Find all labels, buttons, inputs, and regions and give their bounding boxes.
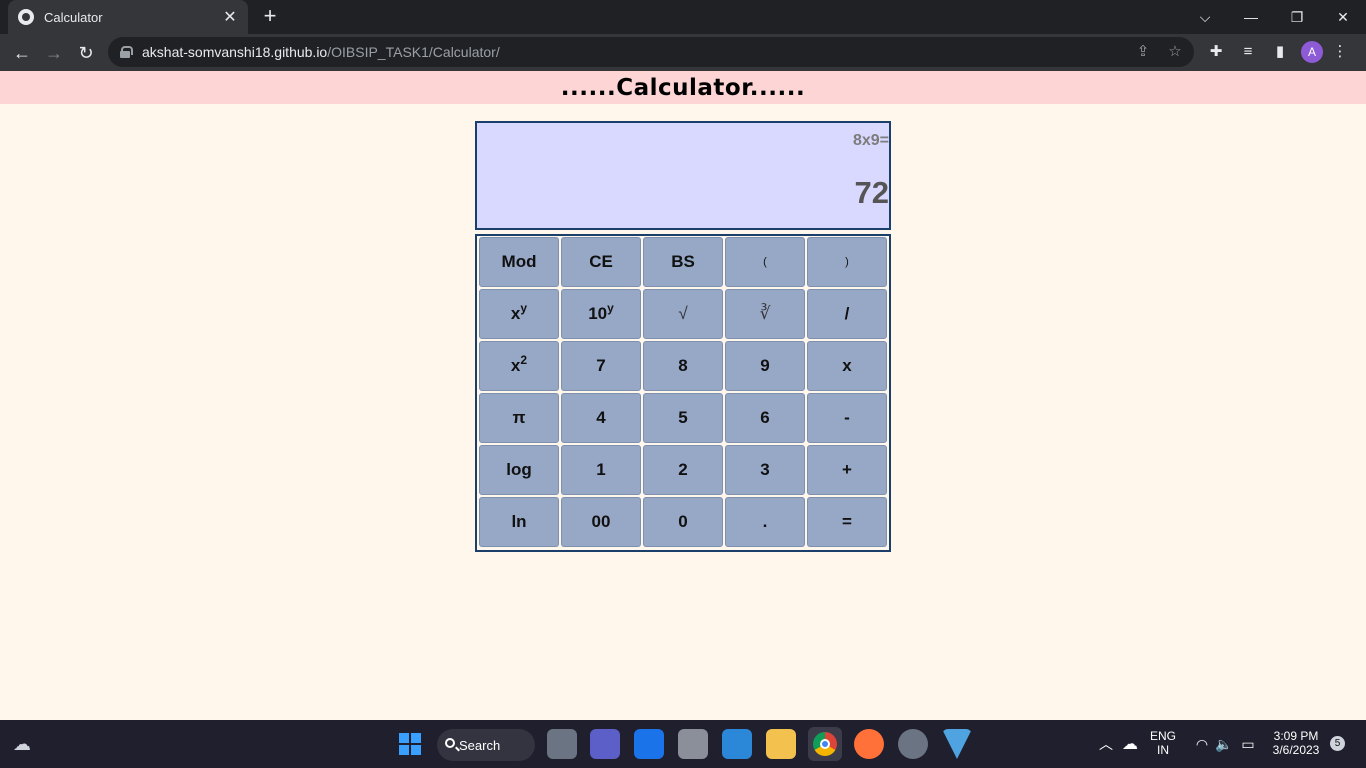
digit-9-button[interactable]: 9: [725, 341, 805, 391]
digit-5-button[interactable]: 5: [643, 393, 723, 443]
tab-favicon-icon: [18, 9, 34, 25]
minimize-button[interactable]: —: [1228, 0, 1274, 34]
digit-4-button[interactable]: 4: [561, 393, 641, 443]
log-button[interactable]: log: [479, 445, 559, 495]
double-zero-button[interactable]: 00: [561, 497, 641, 547]
onedrive-cloud-icon[interactable]: ☁: [1116, 730, 1144, 758]
microsoft-store-icon[interactable]: [722, 729, 752, 759]
share-icon[interactable]: ⇪: [1134, 43, 1152, 61]
forward-button[interactable]: →: [40, 39, 68, 67]
browser-tab-bar: Calculator ✕ + ⌵ — ❐ ✕: [0, 0, 1366, 34]
digit-1-button[interactable]: 1: [561, 445, 641, 495]
taskbar-search-label: Search: [459, 737, 501, 753]
backspace-button[interactable]: BS: [643, 237, 723, 287]
teams-chat-icon[interactable]: [590, 729, 620, 759]
mod-button[interactable]: Mod: [479, 237, 559, 287]
square-root-button[interactable]: √: [643, 289, 723, 339]
windows-start-icon[interactable]: [399, 733, 421, 755]
square-exponent: 2: [520, 353, 528, 367]
restore-button[interactable]: ❐: [1274, 0, 1320, 34]
calculator-app-icon[interactable]: [678, 729, 708, 759]
square-button[interactable]: x2: [479, 341, 559, 391]
digit-7-button[interactable]: 7: [561, 341, 641, 391]
page-header: ......Calculator......: [0, 71, 1366, 104]
digit-2-button[interactable]: 2: [643, 445, 723, 495]
power-exponent: y: [520, 301, 528, 315]
digit-3-button[interactable]: 3: [725, 445, 805, 495]
profile-avatar[interactable]: A: [1301, 41, 1323, 63]
battery-icon[interactable]: ▭: [1234, 730, 1262, 758]
power-base: x: [510, 304, 521, 323]
close-window-button[interactable]: ✕: [1320, 0, 1366, 34]
decimal-button[interactable]: .: [725, 497, 805, 547]
taskbar-search-button[interactable]: Search: [437, 729, 535, 761]
weather-widget-icon[interactable]: ☁: [8, 730, 36, 758]
bookmark-star-icon[interactable]: ☆: [1166, 43, 1184, 61]
pi-button[interactable]: π: [479, 393, 559, 443]
result-display: 72: [854, 175, 889, 210]
menu-kebab-icon[interactable]: ⋮: [1330, 42, 1350, 62]
tab-title: Calculator: [44, 9, 103, 25]
tab-close-icon[interactable]: ✕: [222, 7, 238, 27]
chrome-taskbar-icon[interactable]: [808, 727, 842, 761]
new-tab-button[interactable]: +: [258, 5, 282, 29]
extensions-icon[interactable]: ✚: [1206, 42, 1226, 62]
search-icon: [445, 738, 455, 748]
square-base: x: [510, 356, 521, 375]
firefox-icon[interactable]: [854, 729, 884, 759]
ln-button[interactable]: ln: [479, 497, 559, 547]
power-button[interactable]: xy: [479, 289, 559, 339]
expression-display: 8x9=: [852, 132, 889, 149]
ten-power-button[interactable]: 10 y: [561, 289, 641, 339]
mail-icon[interactable]: [634, 729, 664, 759]
tab-search-icon[interactable]: ⌵: [1182, 0, 1228, 34]
settings-gear-icon[interactable]: [898, 729, 928, 759]
minus-button[interactable]: -: [807, 393, 887, 443]
reload-button[interactable]: ↻: [72, 39, 100, 67]
ten-power-exponent: y: [607, 301, 614, 315]
close-paren-button[interactable]: ): [807, 237, 887, 287]
language-code: ENG: [1149, 729, 1176, 743]
clock-date: 3/6/2023: [1272, 743, 1320, 757]
calculator-display: 8x9= 72: [475, 121, 891, 230]
clock-time: 3:09 PM: [1273, 729, 1319, 743]
back-button[interactable]: ←: [8, 39, 36, 67]
digit-0-button[interactable]: 0: [643, 497, 723, 547]
url-path: /OIBSIP_TASK1/Calculator/: [327, 44, 500, 60]
plus-button[interactable]: +: [807, 445, 887, 495]
browser-tab[interactable]: Calculator ✕: [8, 0, 248, 34]
ten-power-base: 10: [588, 304, 608, 323]
language-indicator[interactable]: ENG IN: [1146, 729, 1180, 757]
lock-icon[interactable]: [120, 46, 133, 58]
cube-root-button[interactable]: ∛: [725, 289, 805, 339]
divide-button[interactable]: /: [807, 289, 887, 339]
url-host: akshat-somvanshi18.github.io: [142, 44, 328, 60]
address-bar[interactable]: akshat-somvanshi18.github.io/OIBSIP_TASK…: [108, 37, 1194, 67]
open-paren-button[interactable]: (: [725, 237, 805, 287]
media-control-icon[interactable]: ≡: [1238, 42, 1258, 62]
digit-6-button[interactable]: 6: [725, 393, 805, 443]
region-code: IN: [1157, 743, 1169, 757]
equals-button[interactable]: =: [807, 497, 887, 547]
file-explorer-icon[interactable]: [766, 729, 796, 759]
browser-toolbar: ← → ↻ akshat-somvanshi18.github.io/OIBSI…: [0, 34, 1366, 71]
calculator-keypad: Mod CE BS ( ) xy 10 y √ ∛ / x2 7 8 9 x π …: [475, 234, 891, 552]
clear-entry-button[interactable]: CE: [561, 237, 641, 287]
multiply-button[interactable]: x: [807, 341, 887, 391]
digit-8-button[interactable]: 8: [643, 341, 723, 391]
chrome-logo-center: [820, 739, 830, 749]
clock[interactable]: 3:09 PM 3/6/2023: [1266, 729, 1326, 757]
side-panel-icon[interactable]: ▮: [1270, 42, 1290, 62]
page-title: ......Calculator......: [560, 75, 806, 101]
task-view-icon[interactable]: [547, 729, 577, 759]
notification-badge[interactable]: 5: [1330, 736, 1345, 751]
